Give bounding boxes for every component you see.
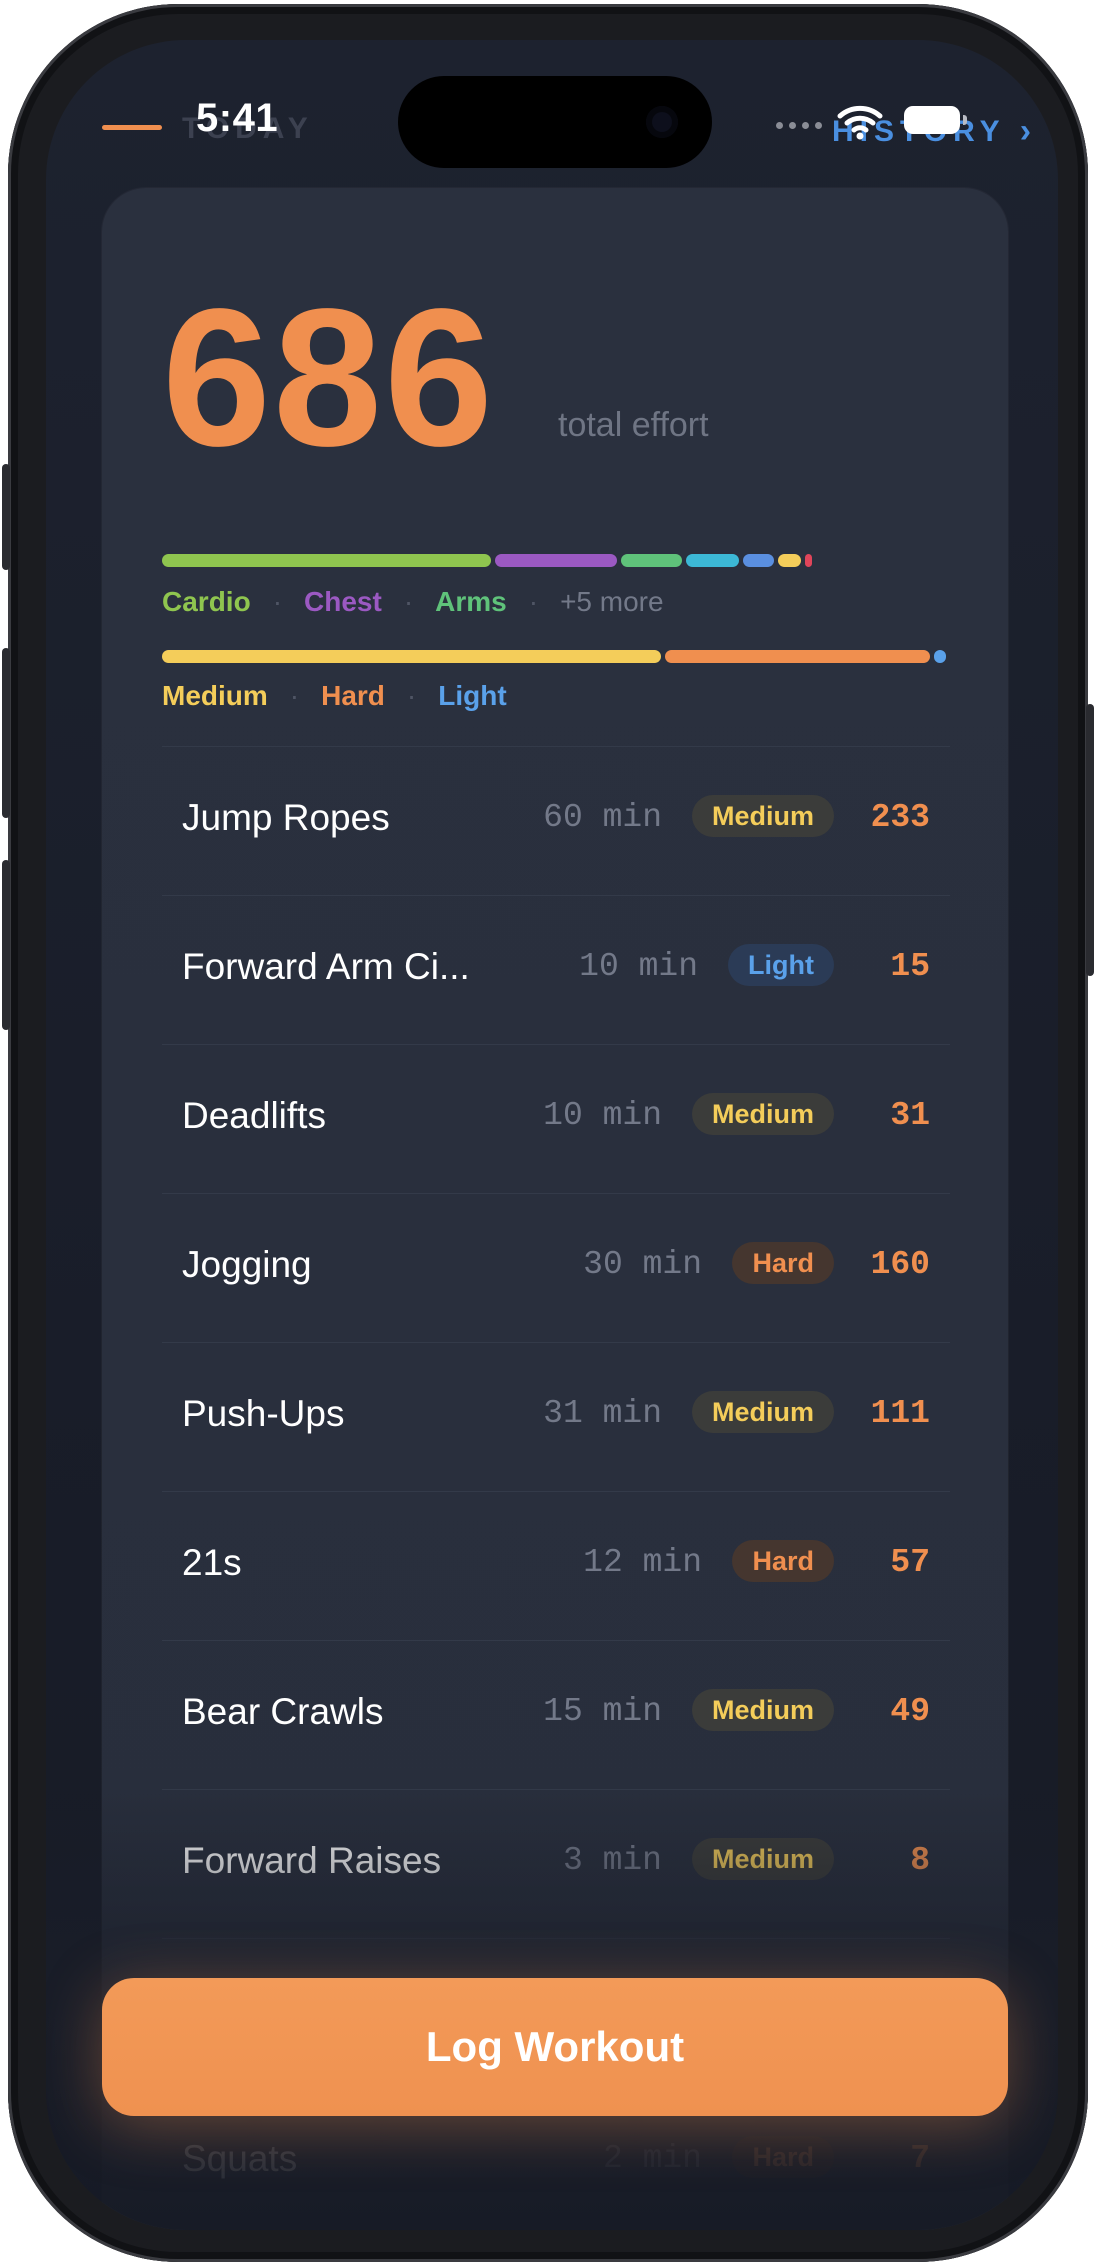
bar-segment [162, 554, 491, 567]
wifi-icon [837, 105, 883, 140]
intensity-badge: Medium [691, 1838, 834, 1880]
exercise-points: 15 [890, 948, 930, 985]
battery-icon [904, 106, 967, 134]
exercise-duration: 10 min [543, 1097, 662, 1134]
legend-item: +5 more [560, 586, 664, 617]
exercise-duration: 10 min [579, 948, 698, 985]
list-item[interactable]: Forward Raises 3 min Medium 8 [162, 1789, 950, 1938]
intensity-badge: Hard [732, 2136, 834, 2178]
legend-separator: · [403, 586, 414, 617]
exercise-duration: 3 min [562, 1842, 662, 1879]
exercise-points: 8 [910, 1842, 930, 1879]
bar-segment [804, 554, 813, 567]
list-item[interactable]: Push-Ups 31 min Medium 111 [162, 1342, 950, 1491]
exercise-name: Jump Ropes [182, 797, 390, 838]
power-button [1086, 704, 1094, 976]
exercise-name: Forward Raises [182, 1840, 442, 1881]
legend-separator: · [272, 586, 283, 617]
signal-dots-icon [776, 122, 822, 129]
category-bar [162, 554, 950, 567]
intensity-legend: Medium · Hard · Light [162, 680, 507, 712]
intensity-badge: Hard [732, 1540, 834, 1582]
bar-segment [934, 650, 947, 663]
volume-down-button [2, 860, 10, 1030]
log-workout-button[interactable]: Log Workout [102, 1978, 1008, 2116]
bar-segment [162, 650, 662, 663]
list-item[interactable]: Jump Ropes 60 min Medium 233 [162, 746, 950, 895]
exercise-duration: 60 min [543, 799, 662, 836]
screen: TODAY HISTORY › 686 total effort Cardio·… [46, 40, 1058, 2230]
total-effort-label: total effort [558, 406, 709, 444]
intensity-badge: Medium [691, 1689, 834, 1731]
legend-separator: · [406, 680, 417, 711]
exercise-name: Squats [182, 2138, 298, 2179]
legend-item: Medium [162, 680, 268, 711]
legend-item: Cardio [162, 586, 251, 617]
legend-separator: · [528, 586, 539, 617]
exercise-points: 31 [890, 1097, 930, 1134]
exercise-duration: 15 min [543, 1693, 662, 1730]
intensity-badge: Medium [691, 795, 834, 837]
exercise-points: 57 [890, 1544, 930, 1581]
chevron-right-icon: › [1019, 112, 1032, 150]
bar-segment [743, 554, 774, 567]
list-item[interactable]: Deadlifts 10 min Medium 31 [162, 1044, 950, 1193]
intensity-badge: Light [728, 944, 834, 986]
exercise-points: 49 [890, 1693, 930, 1730]
list-item[interactable]: Forward Arm Ci... 10 min Light 15 [162, 895, 950, 1044]
exercise-name: Push-Ups [182, 1393, 345, 1434]
intensity-badge: Hard [732, 1242, 834, 1284]
exercise-duration: 2 min [602, 2140, 702, 2177]
header-accent-dash [102, 125, 162, 130]
phone-frame: TODAY HISTORY › 686 total effort Cardio·… [2, 4, 1094, 2262]
camera-icon [646, 106, 678, 138]
bar-segment [777, 554, 801, 567]
category-legend: Cardio · Chest · Arms · +5 more [162, 586, 664, 618]
list-item[interactable]: Jogging 30 min Hard 160 [162, 1193, 950, 1342]
bar-segment [685, 554, 740, 567]
dynamic-island [398, 76, 712, 168]
legend-separator: · [289, 680, 300, 711]
status-time: 5:41 [196, 96, 279, 140]
bar-segment [665, 650, 931, 663]
exercise-duration: 30 min [583, 1246, 702, 1283]
bar-segment [620, 554, 682, 567]
summary-card: 686 total effort Cardio · Chest · Arms · +5 mo… [102, 188, 1008, 2230]
volume-up-button [2, 648, 10, 818]
exercise-points: 7 [910, 2140, 930, 2177]
list-item[interactable]: 21s 12 min Hard 57 [162, 1491, 950, 1640]
exercise-name: Deadlifts [182, 1095, 326, 1136]
legend-item: Light [438, 680, 507, 711]
exercise-points: 233 [870, 799, 930, 836]
exercise-duration: 31 min [543, 1395, 662, 1432]
exercise-name: Bear Crawls [182, 1691, 384, 1732]
exercise-name: 21s [182, 1542, 242, 1583]
exercise-name: Forward Arm Ci... [182, 946, 470, 987]
action-button [2, 464, 10, 570]
legend-item: Arms [435, 586, 507, 617]
exercise-duration: 12 min [583, 1544, 702, 1581]
legend-item: Chest [304, 586, 382, 617]
list-item[interactable]: Bear Crawls 15 min Medium 49 [162, 1640, 950, 1789]
exercise-points: 160 [870, 1246, 930, 1283]
bar-segment [494, 554, 617, 567]
total-effort-value: 686 [162, 268, 496, 487]
exercise-name: Jogging [182, 1244, 312, 1285]
intensity-badge: Medium [691, 1391, 834, 1433]
legend-item: Hard [321, 680, 385, 711]
intensity-badge: Medium [691, 1093, 834, 1135]
exercise-points: 111 [870, 1395, 930, 1432]
intensity-bar [162, 650, 950, 663]
